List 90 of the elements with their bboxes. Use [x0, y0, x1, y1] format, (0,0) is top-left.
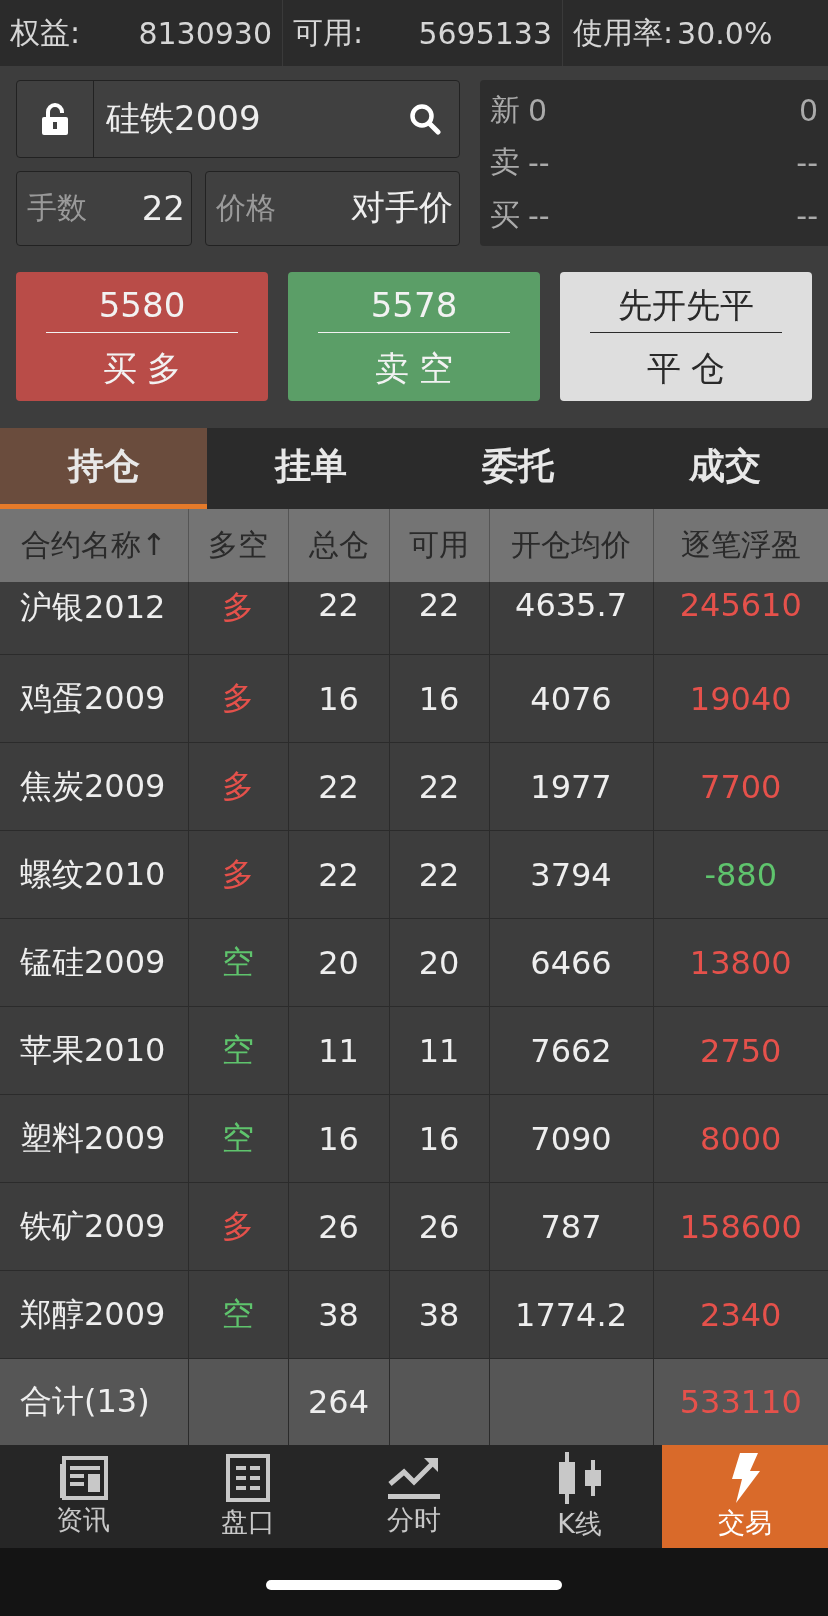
table-cell: 空	[188, 1006, 288, 1095]
lots-field[interactable]: 手数 22	[16, 170, 192, 246]
table-cell: 2750	[653, 1006, 828, 1095]
table-cell: 8000	[653, 1094, 828, 1183]
account-label: 可用:	[293, 13, 364, 52]
tab[interactable]: 挂单	[207, 428, 414, 509]
nav-tab[interactable]: 盘口	[165, 1445, 332, 1548]
table-cell: 22	[288, 742, 389, 831]
quote-value: --	[528, 145, 551, 181]
table-cell: 鸡蛋2009	[0, 654, 188, 743]
table-cell: 多	[188, 654, 288, 743]
table-cell: 22	[389, 830, 489, 919]
table-cell: 16	[389, 1094, 489, 1183]
table-cell: 22	[389, 582, 489, 655]
account-value: 30.0%	[677, 15, 773, 51]
table-cell: 螺纹2010	[0, 830, 188, 919]
table-cell: 塑料2009	[0, 1094, 188, 1183]
list-sheet-icon	[226, 1453, 271, 1502]
table-cell: 苹果2010	[0, 1006, 188, 1095]
table-cell: 空	[188, 1270, 288, 1359]
contract-search-field[interactable]: 硅铁2009	[16, 80, 460, 158]
table-cell: 多	[188, 582, 288, 655]
table-cell: 锰硅2009	[0, 918, 188, 1007]
table-cell: 空	[188, 918, 288, 1007]
table-cell: 3794	[489, 830, 653, 919]
table-cell: 11	[389, 1006, 489, 1095]
table-cell: 16	[288, 654, 389, 743]
quote-value: --	[796, 198, 818, 234]
table-cell: 4076	[489, 654, 653, 743]
table-cell: 26	[288, 1182, 389, 1271]
table-cell: 16	[288, 1094, 389, 1183]
contract-value: 硅铁2009	[106, 96, 261, 140]
trend-line-icon	[388, 1455, 440, 1500]
table-cell: 245610	[653, 582, 828, 655]
table-cell: 158600	[653, 1182, 828, 1271]
table-cell: -880	[653, 830, 828, 919]
table-cell: 多	[188, 830, 288, 919]
buy-long-button[interactable]: 5580 买 多	[16, 272, 268, 401]
account-label: 权益:	[10, 13, 81, 52]
quote-value: 0	[798, 92, 818, 128]
table-cell: 多	[188, 742, 288, 831]
quote-value: --	[528, 198, 551, 234]
nav-tab[interactable]: K线	[496, 1445, 663, 1548]
table-cell: 16	[389, 654, 489, 743]
table-cell: 22	[288, 830, 389, 919]
nav-tab[interactable]: 资讯	[0, 1445, 166, 1548]
search-icon	[409, 102, 441, 135]
account-label: 使用率:	[573, 13, 674, 52]
nav-tab[interactable]: 分时	[331, 1445, 497, 1548]
table-cell: 533110	[653, 1358, 828, 1445]
table-cell: 22	[389, 742, 489, 831]
table-cell: 26	[389, 1182, 489, 1271]
account-value: 5695133	[418, 15, 552, 51]
table-cell: 郑醇2009	[0, 1270, 188, 1359]
quote-label: 买	[490, 196, 520, 235]
tab[interactable]: 成交	[621, 428, 828, 509]
table-cell: 7090	[489, 1094, 653, 1183]
table-cell: 7700	[653, 742, 828, 831]
quote-value: --	[796, 145, 818, 181]
table-cell: 11	[288, 1006, 389, 1095]
table-cell: 38	[389, 1270, 489, 1359]
close-position-button[interactable]: 先开先平 平 仓	[560, 272, 812, 401]
table-cell: 2340	[653, 1270, 828, 1359]
table-cell: 多	[188, 1182, 288, 1271]
quote-label: 卖	[490, 143, 520, 182]
tab[interactable]: 委托	[414, 428, 621, 509]
table-cell: 38	[288, 1270, 389, 1359]
table-cell: 焦炭2009	[0, 742, 188, 831]
account-value: 8130930	[138, 15, 272, 51]
table-cell: 4635.7	[489, 582, 653, 655]
table-cell: 7662	[489, 1006, 653, 1095]
newspaper-icon	[57, 1455, 108, 1500]
table-cell: 沪银2012	[0, 582, 188, 655]
table-cell: 264	[288, 1358, 389, 1445]
tab[interactable]: 持仓	[0, 428, 207, 509]
table-cell: 20	[389, 918, 489, 1007]
table-cell: 22	[288, 582, 389, 655]
quote-label: 新	[490, 90, 520, 129]
table-cell: 20	[288, 918, 389, 1007]
table-cell: 1774.2	[489, 1270, 653, 1359]
table-cell: 6466	[489, 918, 653, 1007]
table-cell: 787	[489, 1182, 653, 1271]
table-cell: 13800	[653, 918, 828, 1007]
quote-value: 0	[528, 92, 549, 128]
table-cell: 1977	[489, 742, 653, 831]
table-cell: 合计(13)	[0, 1358, 188, 1445]
table-cell: 19040	[653, 654, 828, 743]
price-field[interactable]: 价格 对手价	[205, 170, 460, 246]
table-cell: 空	[188, 1094, 288, 1183]
table-cell: 铁矿2009	[0, 1182, 188, 1271]
